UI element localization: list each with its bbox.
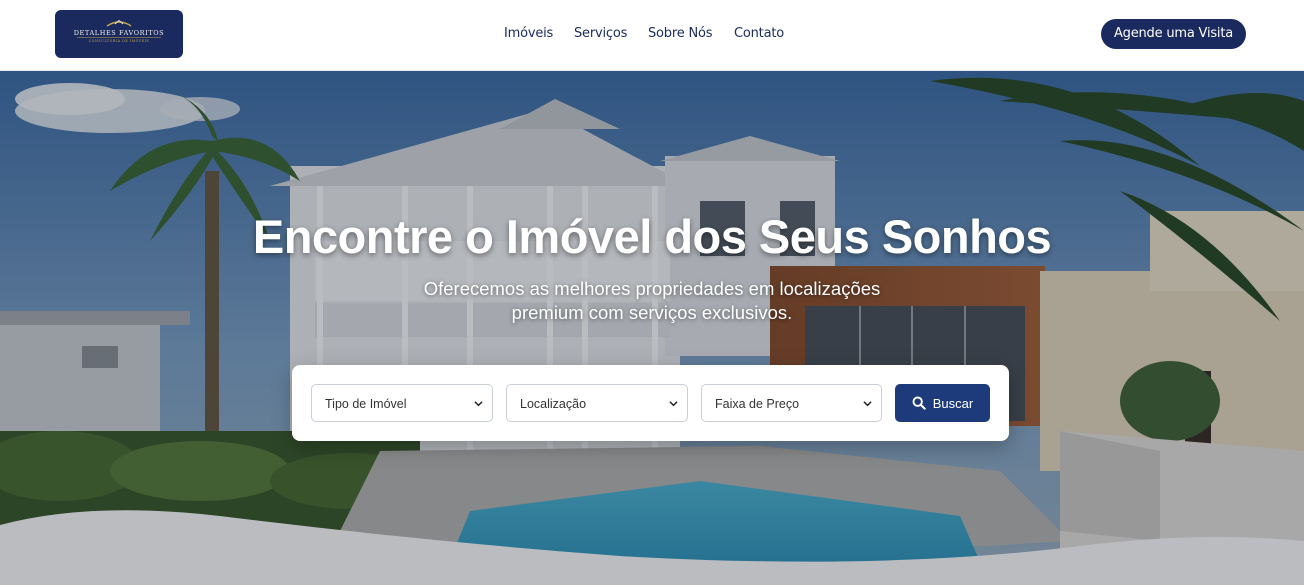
hero-section: Encontre o Imóvel dos Seus Sonhos Oferec… [0, 71, 1304, 585]
hero-subtitle-line-1: Oferecemos as melhores propriedades em l… [423, 278, 881, 299]
search-button-label: Buscar [932, 395, 974, 411]
chevron-down-icon [863, 401, 872, 407]
location-selected: Localização [520, 397, 587, 411]
nav-item-imoveis[interactable]: Imóveis [504, 26, 553, 41]
property-type-select[interactable]: Tipo de Imóvel [311, 384, 493, 422]
nav-item-sobre-nos[interactable]: Sobre Nós [648, 26, 713, 41]
hero-title: Encontre o Imóvel dos Seus Sonhos [252, 210, 1052, 263]
chevron-down-icon [669, 401, 678, 407]
logo-tagline: CONSULTORIA DE IMÓVEIS [88, 39, 150, 43]
chevron-down-icon [474, 401, 483, 407]
property-type-selected: Tipo de Imóvel [325, 397, 407, 411]
nav-item-servicos[interactable]: Serviços [574, 26, 627, 41]
search-icon [912, 396, 926, 410]
price-range-select[interactable]: Faixa de Preço [701, 384, 882, 422]
hero-subtitle-line-2: premium com serviços exclusivos. [511, 302, 793, 323]
hero-overlay [0, 71, 1304, 585]
logo-name: DETALHES FAVORITOS [73, 29, 165, 37]
location-select[interactable]: Localização [506, 384, 688, 422]
logo[interactable]: DETALHES FAVORITOS CONSULTORIA DE IMÓVEI… [55, 10, 183, 58]
schedule-visit-button[interactable]: Agende uma Visita [1101, 19, 1246, 49]
search-button[interactable]: Buscar [895, 384, 990, 422]
hero-subtitle: Oferecemos as melhores propriedades em l… [402, 277, 902, 325]
price-range-selected: Faixa de Preço [715, 397, 800, 411]
nav-item-contato[interactable]: Contato [734, 26, 784, 41]
property-search-form: Tipo de Imóvel Localização Faixa de Preç… [292, 365, 1009, 441]
site-header: DETALHES FAVORITOS CONSULTORIA DE IMÓVEI… [0, 0, 1304, 71]
